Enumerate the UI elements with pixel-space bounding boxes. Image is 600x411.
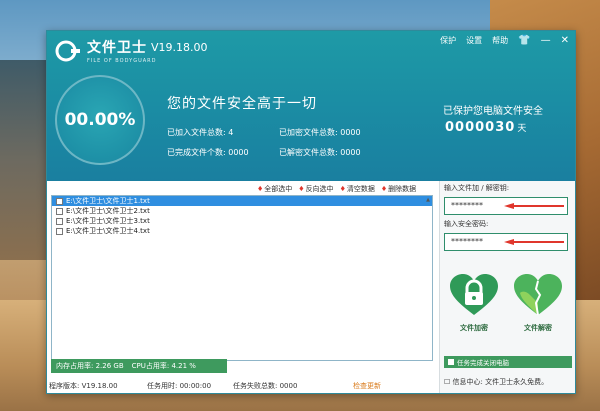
list-item[interactable]: E:\文件卫士\文件卫士4.txt: [52, 226, 432, 236]
progress-percent: 00.00%: [64, 110, 136, 130]
clear-data-button[interactable]: ♦清空数据: [340, 184, 375, 194]
info-center-box-icon: ☐: [444, 378, 451, 386]
arrow-left-icon: [504, 203, 564, 209]
auto-shutdown-toggle[interactable]: 任务完成关闭电脑: [444, 356, 572, 368]
protect-label: 已保护您电脑文件安全: [443, 106, 543, 117]
file-path: E:\文件卫士\文件卫士3.txt: [66, 217, 150, 225]
file-checkbox[interactable]: [56, 197, 63, 205]
scroll-up-icon[interactable]: ▲: [424, 196, 432, 204]
info-center-text: 信息中心: 文件卫士永久免费。: [452, 378, 549, 386]
lock-heart-icon: [450, 274, 498, 315]
delete-data-button[interactable]: ♦删除数据: [381, 184, 416, 194]
added-label: 已加入文件总数:: [167, 128, 226, 137]
app-window: 文件卫士 FILE OF BODYGUARD V19.18.00 保护 设置 帮…: [46, 30, 576, 394]
skin-icon[interactable]: 👕: [518, 35, 530, 46]
diamond-icon: ♦: [298, 185, 305, 193]
split-heart-icon: [514, 274, 562, 316]
main-area: ♦全部选中 ♦反向选中 ♦清空数据 ♦删除数据 E:\文件卫士\文件卫士1.tx…: [47, 181, 575, 393]
protect-days-unit: 天: [517, 124, 528, 134]
menu-settings[interactable]: 设置: [466, 35, 482, 46]
file-checkbox[interactable]: [56, 217, 63, 225]
file-path: E:\文件卫士\文件卫士2.txt: [66, 207, 150, 215]
auto-shutdown-checkbox[interactable]: [448, 359, 454, 365]
added-value: 4: [228, 128, 234, 137]
check-update-link[interactable]: 检查更新: [353, 381, 381, 391]
menu-protect[interactable]: 保护: [440, 35, 456, 46]
app-logo: 文件卫士 FILE OF BODYGUARD: [55, 37, 156, 64]
file-list[interactable]: E:\文件卫士\文件卫士1.txt E:\文件卫士\文件卫士2.txt E:\文…: [51, 195, 433, 361]
completed-label: 已完成文件个数:: [167, 148, 226, 157]
file-checkbox[interactable]: [56, 207, 63, 215]
app-version: V19.18.00: [151, 41, 208, 54]
encrypt-button[interactable]: 文件加密: [448, 273, 500, 333]
protect-days-value: 0000030: [445, 120, 516, 135]
list-item[interactable]: E:\文件卫士\文件卫士3.txt: [52, 216, 432, 226]
select-all-button[interactable]: ♦全部选中: [257, 184, 292, 194]
file-path: E:\文件卫士\文件卫士1.txt: [66, 197, 150, 205]
decrypted-value: 0000: [340, 148, 361, 157]
top-menu: 保护 设置 帮助 👕 — ✕: [440, 35, 569, 46]
app-header: 文件卫士 FILE OF BODYGUARD V19.18.00 保护 设置 帮…: [47, 31, 575, 181]
program-version: 程序版本: V19.18.00: [49, 382, 118, 390]
list-actions: ♦全部选中 ♦反向选中 ♦清空数据 ♦删除数据: [257, 184, 416, 194]
system-usage-bar: 内存占用率: 2.26 GB CPU占用率: 4.21 %: [51, 359, 227, 373]
cpu-usage: CPU占用率: 4.21 %: [131, 362, 196, 370]
invert-selection-button[interactable]: ♦反向选中: [298, 184, 333, 194]
right-panel: 输入文件加 / 解密钥: ******** 输入安全密码: ******** 文…: [439, 181, 575, 393]
desktop-rock-left: [0, 60, 50, 260]
protect-days: 0000030 天: [445, 120, 527, 135]
completed-value: 0000: [228, 148, 249, 157]
arrow-left-icon: [504, 239, 564, 245]
file-checkbox[interactable]: [56, 227, 63, 235]
shield-logo-icon: [55, 40, 81, 62]
diamond-icon: ♦: [380, 185, 388, 193]
close-icon[interactable]: ✕: [561, 35, 569, 46]
task-time: 任务用时: 00:00:00: [147, 382, 212, 390]
enc-key-label: 输入文件加 / 解密钥:: [444, 184, 510, 192]
diamond-icon: ♦: [257, 185, 264, 193]
list-item[interactable]: E:\文件卫士\文件卫士1.txt: [52, 196, 432, 206]
decrypt-label: 文件解密: [524, 324, 552, 332]
encrypted-value: 0000: [340, 128, 361, 137]
info-center: ☐ 信息中心: 文件卫士永久免费。: [444, 377, 548, 387]
app-title: 文件卫士: [87, 40, 147, 56]
slogan: 您的文件安全高于一切: [167, 96, 317, 112]
diamond-icon: ♦: [339, 185, 346, 193]
decrypt-button[interactable]: 文件解密: [512, 273, 564, 333]
minimize-icon[interactable]: —: [541, 35, 551, 46]
list-item[interactable]: E:\文件卫士\文件卫士2.txt: [52, 206, 432, 216]
memory-usage: 内存占用率: 2.26 GB: [56, 362, 124, 370]
decrypted-label: 已解密文件总数:: [279, 148, 338, 157]
menu-help[interactable]: 帮助: [492, 35, 508, 46]
encrypt-label: 文件加密: [460, 324, 488, 332]
file-path: E:\文件卫士\文件卫士4.txt: [66, 227, 150, 235]
app-subtitle: FILE OF BODYGUARD: [87, 58, 157, 64]
encrypted-label: 已加密文件总数:: [279, 128, 338, 137]
progress-ring: 00.00%: [55, 75, 145, 165]
auto-shutdown-label: 任务完成关闭电脑: [457, 359, 509, 367]
task-fail-count: 任务失败总数: 0000: [233, 382, 298, 390]
safe-pwd-label: 输入安全密码:: [444, 220, 489, 228]
